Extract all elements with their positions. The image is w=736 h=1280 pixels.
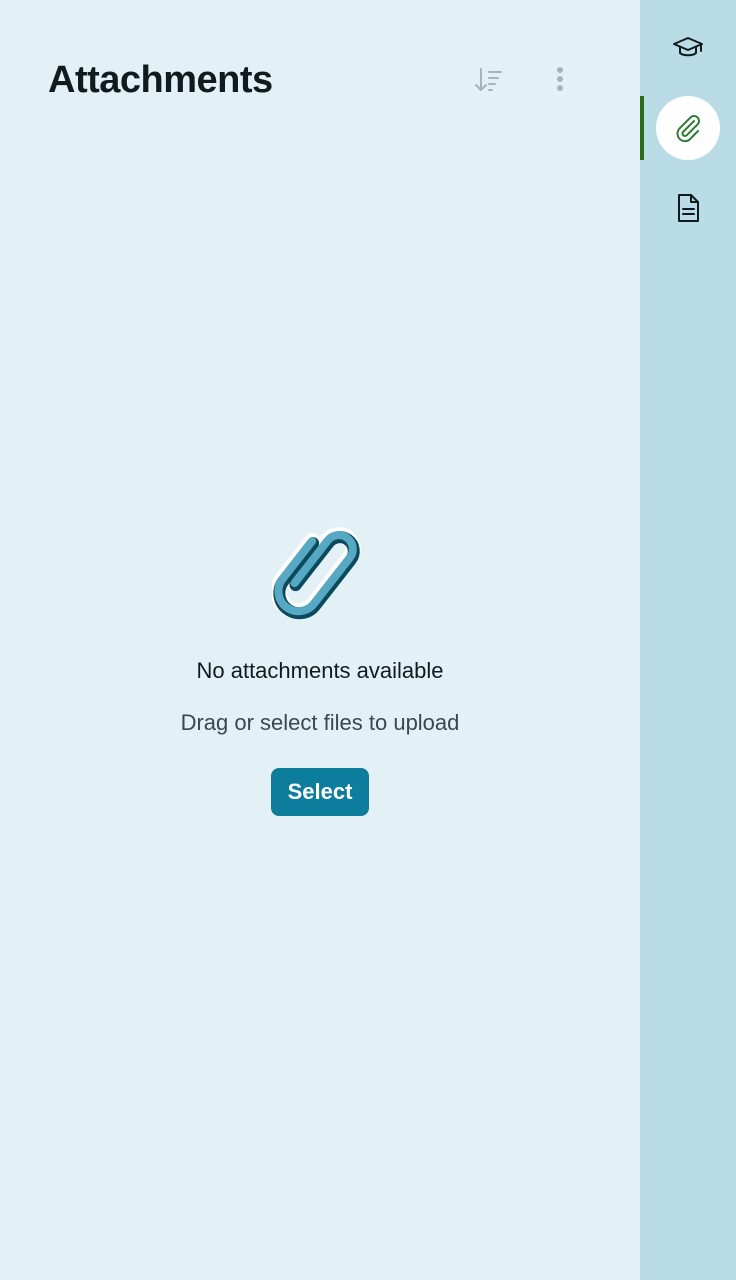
graduation-cap-icon [673,37,703,57]
rail-item-attachments[interactable] [656,96,720,160]
document-icon [678,194,699,222]
rail-item-document[interactable] [656,176,720,240]
rail-item-course[interactable] [656,16,720,80]
select-files-button[interactable]: Select [271,768,369,816]
sort-button[interactable] [464,56,512,104]
page-title: Attachments [48,59,273,101]
more-vertical-icon [557,67,563,91]
paperclip-illustration [272,527,361,620]
active-indicator [640,96,644,160]
empty-state-subtitle: Drag or select files to upload [180,710,460,735]
empty-state-title: No attachments available [196,658,444,683]
paperclip-icon [676,115,700,143]
empty-state: No attachments available Drag or select … [0,512,640,816]
side-rail [640,0,736,1280]
sort-icon [475,68,502,91]
attachments-panel: Attachments No attachments available Dra… [0,0,640,1280]
app-window: Attachments No attachments available Dra… [0,0,736,1280]
more-options-button[interactable] [536,56,584,104]
